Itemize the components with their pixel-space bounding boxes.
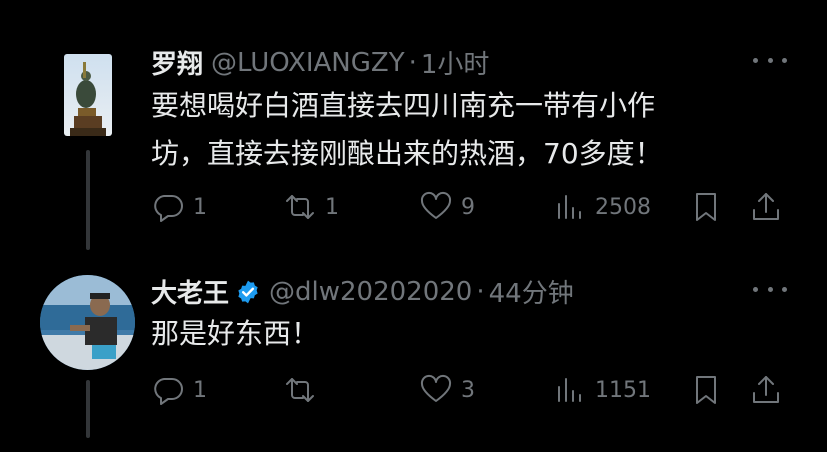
like-count: 3 — [461, 377, 475, 403]
views-count: 2508 — [595, 194, 651, 220]
separator-dot: · — [476, 276, 485, 307]
bookmark-icon — [696, 376, 716, 404]
tweet-text-line: 要想喝好白酒直接去四川南充一带有小作 — [151, 89, 656, 122]
author-handle[interactable]: @LUOXIANGZY — [211, 48, 405, 78]
separator-dot: · — [408, 47, 417, 78]
bookmark-button[interactable] — [689, 187, 723, 227]
avatar[interactable] — [64, 54, 112, 136]
tweet-header: 罗翔 @LUOXIANGZY · 1小时 — [151, 44, 489, 81]
views-icon — [558, 195, 581, 219]
share-button[interactable] — [749, 370, 783, 410]
thread-line-top — [86, 150, 90, 250]
tweet-actions: 1 1 9 2508 — [151, 187, 791, 227]
avatar-statue-image — [64, 54, 112, 136]
like-icon — [420, 374, 452, 402]
bookmark-icon — [696, 193, 716, 221]
like-button[interactable]: 3 — [419, 370, 475, 410]
reply-icon — [154, 195, 183, 222]
like-count: 9 — [461, 194, 475, 220]
views-button[interactable]: 1151 — [553, 370, 651, 410]
reply-icon — [154, 378, 183, 405]
repost-button[interactable]: 1 — [283, 187, 339, 227]
like-icon — [420, 191, 452, 219]
repost-icon — [286, 378, 314, 402]
avatar[interactable] — [40, 275, 135, 370]
tweet-actions: 1 3 1151 — [151, 370, 791, 410]
like-button[interactable]: 9 — [419, 187, 475, 227]
reply-count: 1 — [193, 194, 207, 220]
tweet-text: 要想喝好白酒直接去四川南充一带有小作 坊，直接去接刚酿出来的热酒，70多度！ — [151, 82, 751, 178]
tweet-header: 大老王 @dlw20202020 · 44分钟 — [151, 273, 574, 310]
views-button[interactable]: 2508 — [553, 187, 651, 227]
share-icon — [753, 193, 779, 220]
bookmark-button[interactable] — [689, 370, 723, 410]
repost-icon — [286, 195, 314, 219]
author-name[interactable]: 罗翔 — [151, 44, 203, 81]
reply-button[interactable]: 1 — [151, 370, 207, 410]
tweet-text-line: 那是好东西！ — [151, 317, 320, 350]
tweet-text-line: 坊，直接去接刚酿出来的热酒，70多度！ — [151, 137, 663, 170]
reply-button[interactable]: 1 — [151, 187, 207, 227]
author-name[interactable]: 大老王 — [151, 273, 229, 310]
author-handle[interactable]: @dlw20202020 — [269, 277, 472, 307]
views-icon — [558, 378, 581, 402]
verified-icon — [238, 280, 258, 303]
share-icon — [753, 376, 779, 403]
repost-button[interactable] — [283, 370, 325, 410]
more-icon[interactable] — [753, 279, 787, 299]
timestamp[interactable]: 44分钟 — [489, 273, 574, 310]
reply-count: 1 — [193, 377, 207, 403]
more-icon[interactable] — [753, 50, 787, 70]
avatar-photo-image — [40, 275, 135, 370]
thread-line-bottom — [86, 380, 90, 438]
repost-count: 1 — [325, 194, 339, 220]
share-button[interactable] — [749, 187, 783, 227]
views-count: 1151 — [595, 377, 651, 403]
timestamp[interactable]: 1小时 — [421, 44, 490, 81]
tweet-text: 那是好东西！ — [151, 310, 751, 358]
